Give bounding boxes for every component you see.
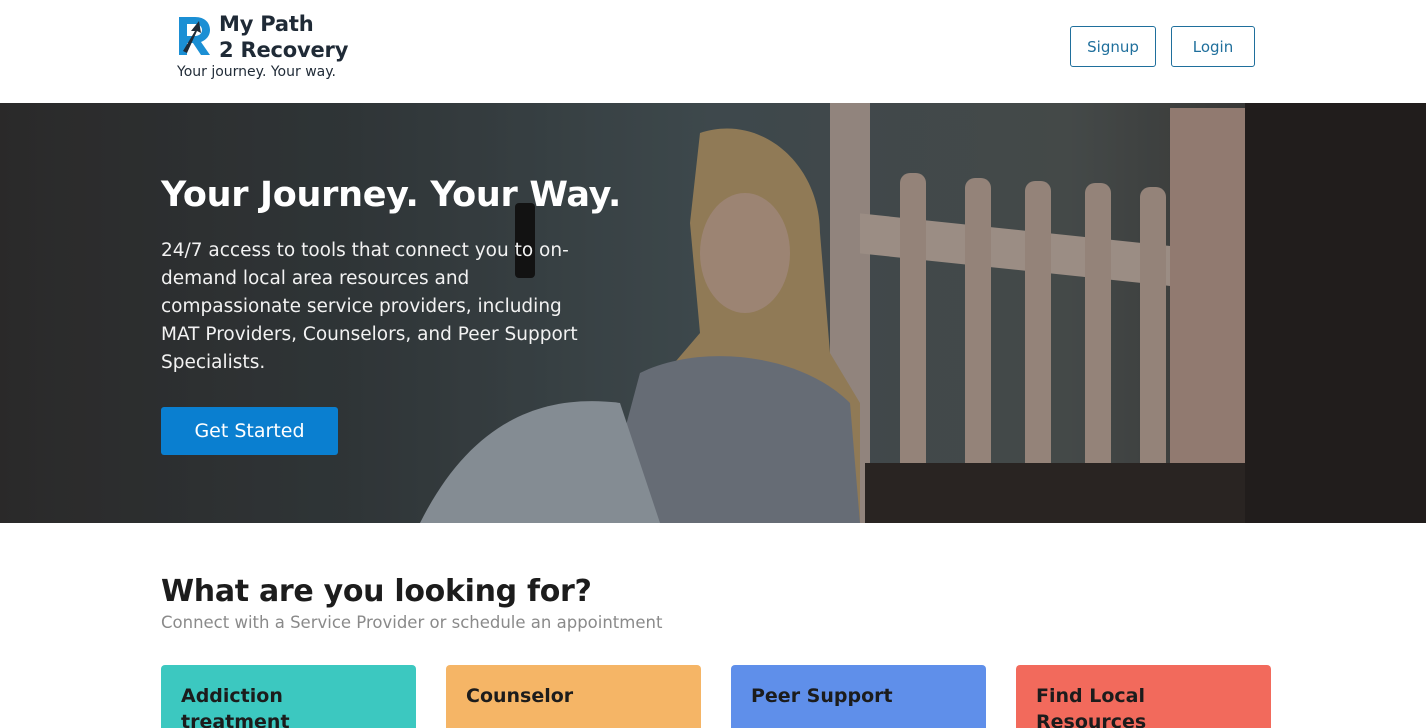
card-label: Addiction treatment providers MAT [181, 685, 290, 728]
hero-title: Your Journey. Your Way. [161, 175, 621, 215]
card-addiction-treatment[interactable]: Addiction treatment providers MAT [161, 665, 416, 728]
logo-line-2: 2 Recovery [219, 38, 349, 62]
logo-r-arrow-icon [179, 17, 210, 55]
section-title: What are you looking for? [161, 574, 592, 609]
card-find-local-resources[interactable]: Find Local Resources [1016, 665, 1271, 728]
section-subtitle: Connect with a Service Provider or sched… [161, 613, 663, 632]
site-header: My Path 2 Recovery Your journey. Your wa… [0, 0, 1426, 103]
logo-tagline: Your journey. Your way. [177, 64, 336, 80]
signup-button[interactable]: Signup [1070, 26, 1156, 67]
card-label: Counselor [466, 685, 574, 707]
card-counselor[interactable]: Counselor [446, 665, 701, 728]
card-label: Peer Support [751, 685, 893, 707]
card-peer-support[interactable]: Peer Support [731, 665, 986, 728]
card-label: Find Local Resources [1036, 685, 1147, 728]
logo-wordmark: My Path 2 Recovery [219, 11, 348, 63]
get-started-button[interactable]: Get Started [161, 407, 338, 455]
logo-line-1: My Path [219, 12, 314, 36]
hero-banner: Your Journey. Your Way. 24/7 access to t… [0, 103, 1426, 523]
site-logo[interactable]: My Path 2 Recovery Your journey. Your wa… [177, 11, 377, 83]
login-button[interactable]: Login [1171, 26, 1255, 67]
hero-description: 24/7 access to tools that connect you to… [161, 240, 578, 373]
